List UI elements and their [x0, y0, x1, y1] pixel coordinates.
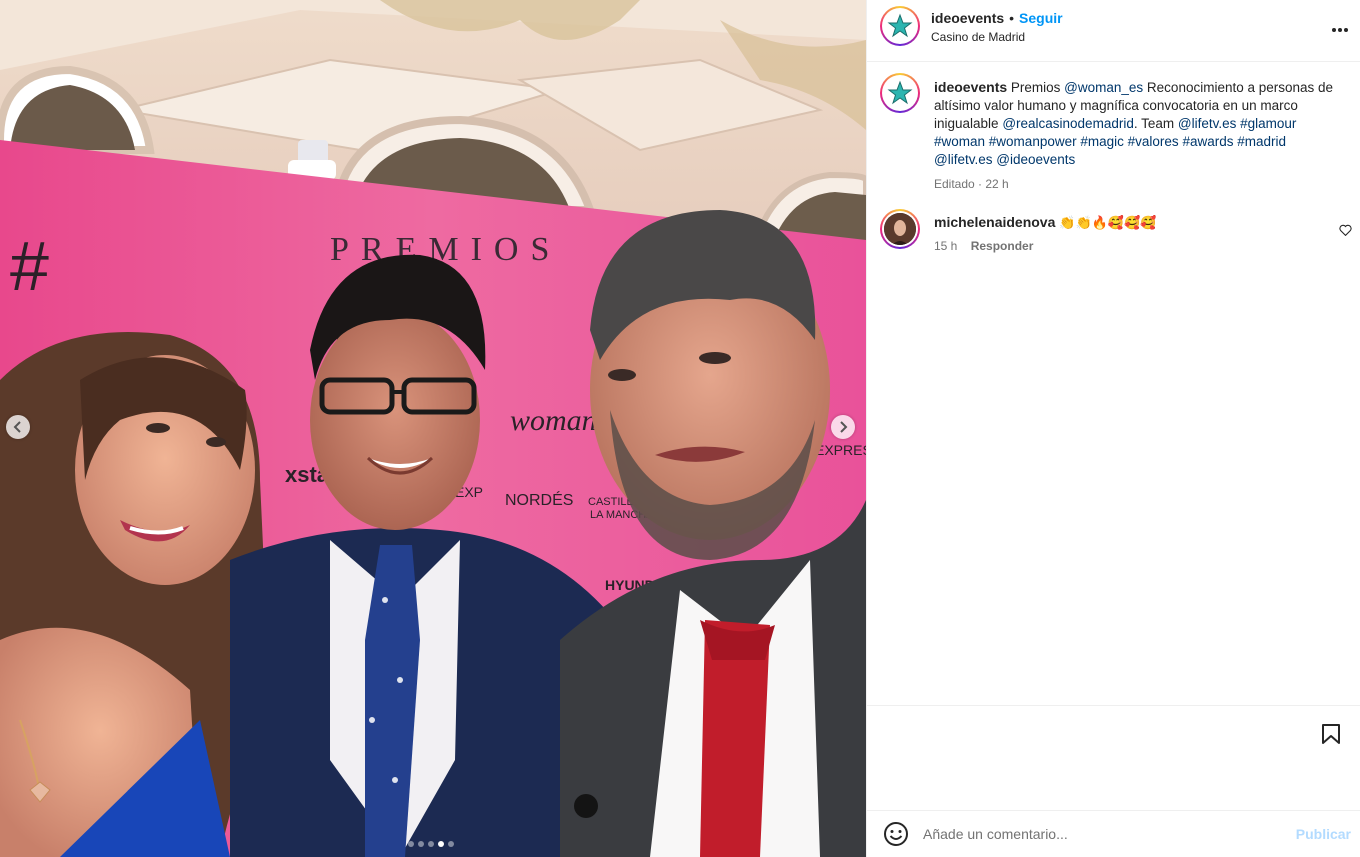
caption-username[interactable]: ideoevents	[934, 79, 1007, 95]
follow-button[interactable]: Seguir	[1019, 10, 1063, 26]
post-actions	[867, 705, 1360, 810]
hashtag-link[interactable]: #woman	[934, 134, 985, 149]
svg-text:#: #	[10, 227, 49, 305]
caption-segment: Premios	[1010, 80, 1065, 95]
heart-icon	[1339, 224, 1352, 237]
chevron-right-icon	[840, 421, 848, 433]
caption-avatar[interactable]	[880, 73, 920, 113]
more-options-button[interactable]	[1331, 16, 1349, 39]
caption-meta: Editado · 22 h	[934, 177, 1009, 191]
commenter-avatar[interactable]	[880, 209, 920, 249]
hashtag-link[interactable]: #valores	[1128, 134, 1179, 149]
post-location[interactable]: Casino de Madrid	[931, 30, 1025, 44]
carousel-prev-button[interactable]	[6, 415, 30, 439]
post-view: PREMIOS wo # woman NORDÉS xstax HYUNDAI …	[0, 0, 1360, 857]
hashtag-link[interactable]: #madrid	[1237, 134, 1286, 149]
like-comment-button[interactable]	[1339, 223, 1352, 239]
mention-link[interactable]: @lifetv.es	[934, 152, 992, 167]
comment-time: 15 h	[934, 239, 958, 253]
mention-link[interactable]: @realcasinodemadrid	[1002, 116, 1134, 131]
post-photo: PREMIOS wo # woman NORDÉS xstax HYUNDAI …	[0, 0, 866, 857]
reply-button[interactable]: Responder	[971, 239, 1034, 253]
save-button[interactable]	[1321, 723, 1341, 748]
carousel-dot	[408, 841, 414, 847]
mention-link[interactable]: @woman_es	[1064, 80, 1143, 95]
publish-button[interactable]: Publicar	[1296, 826, 1351, 842]
bookmark-icon	[1322, 724, 1340, 744]
svg-text:PREMIOS: PREMIOS	[330, 231, 561, 268]
post-header: ideoevents • Seguir Casino de Madrid	[867, 0, 1360, 62]
more-horizontal-icon	[1332, 28, 1348, 32]
comment-input[interactable]	[923, 826, 1283, 842]
emoji-icon[interactable]	[883, 821, 909, 847]
mention-link[interactable]: @lifetv.es	[1178, 116, 1236, 131]
carousel-next-button[interactable]	[831, 415, 855, 439]
carousel-dot	[418, 841, 424, 847]
post-caption: ideoevents Premios @woman_es Reconocimie…	[934, 78, 1334, 193]
svg-text:NORDÉS: NORDÉS	[505, 490, 573, 509]
author-username[interactable]: ideoevents	[931, 10, 1004, 26]
hashtag-link[interactable]: #glamour	[1240, 116, 1296, 131]
mention-link[interactable]: @ideoevents	[996, 152, 1075, 167]
carousel-dot	[428, 841, 434, 847]
svg-text:woman: woman	[510, 404, 597, 437]
post-sidebar: ideoevents • Seguir Casino de Madrid ide…	[866, 0, 1360, 857]
hashtag-link[interactable]: #awards	[1182, 134, 1233, 149]
carousel-indicator	[408, 841, 454, 847]
hashtag-link[interactable]: #magic	[1080, 134, 1124, 149]
carousel-dot	[438, 841, 444, 847]
comment-username[interactable]: michelenaidenova	[934, 214, 1055, 230]
star-logo-icon	[887, 13, 913, 38]
comment-text: 👏👏🔥🥰🥰🥰	[1059, 215, 1157, 230]
profile-photo-icon	[884, 213, 916, 245]
author-avatar[interactable]	[880, 6, 920, 46]
star-logo-icon	[887, 80, 913, 105]
post-media: PREMIOS wo # woman NORDÉS xstax HYUNDAI …	[0, 0, 866, 857]
chevron-left-icon	[13, 421, 21, 433]
hashtag-link[interactable]: #womanpower	[989, 134, 1077, 149]
comment-composer: Publicar	[867, 810, 1360, 857]
carousel-dot	[448, 841, 454, 847]
caption-segment: . Team	[1133, 116, 1178, 131]
svg-text:EXPRES: EXPRES	[815, 442, 866, 458]
comment-item: michelenaidenova 👏👏🔥🥰🥰🥰 15 h Responder	[934, 214, 1334, 253]
separator-dot: •	[1009, 10, 1015, 26]
